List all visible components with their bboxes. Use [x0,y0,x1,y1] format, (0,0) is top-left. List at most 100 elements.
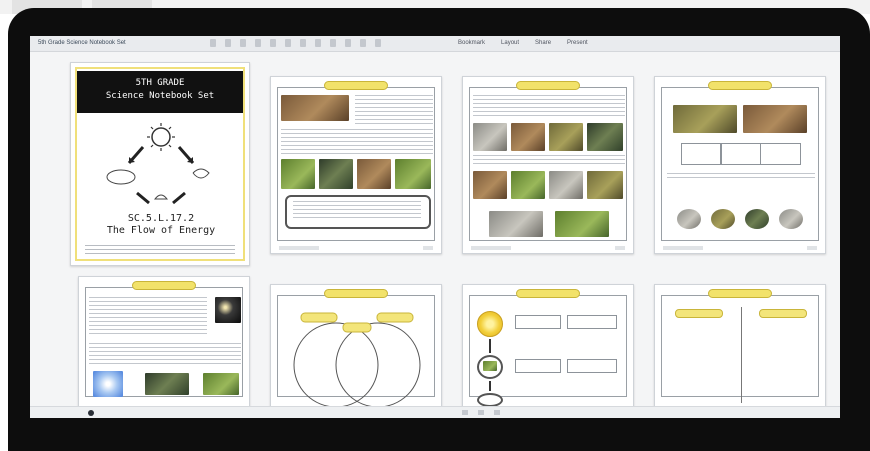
animal-sketch [106,169,136,185]
menu-present[interactable]: Present [567,40,588,46]
zoom-in-icon[interactable] [225,39,231,47]
text-block [89,343,241,367]
page-footer [279,246,319,250]
page-header-tag [516,81,580,90]
page-header-tag [708,289,772,298]
zoom-controls [462,410,500,415]
text-block [281,129,433,155]
page-header-tag [324,81,388,90]
download-icon[interactable] [360,39,366,47]
column-header-tag [675,309,723,318]
photo [549,123,583,151]
decomposer-sketch [153,194,169,200]
column-divider [741,307,742,403]
menu-layout[interactable]: Layout [501,40,519,46]
photo [549,171,583,199]
answer-box [515,315,561,329]
photo [677,209,701,229]
topic-title: The Flow of Energy [106,225,216,236]
more-icon[interactable] [375,39,381,47]
toolbar-tools [210,39,381,47]
photo [673,105,737,133]
answer-box [567,359,617,373]
photo [395,159,431,189]
fit-page-icon[interactable] [240,39,246,47]
answer-lines [293,201,421,221]
page-header-tag [516,289,580,298]
answer-box [567,315,617,329]
text-block [89,297,207,337]
viewer-status-bar [30,406,840,418]
cover-title: SC.5.L.17.2 The Flow of Energy [71,213,249,237]
photo [745,209,769,229]
photo [473,123,507,151]
page-header-tag [708,81,772,90]
page-footer [663,246,703,250]
photo [587,123,623,151]
document-title: 5th Grade Science Notebook Set [38,40,126,46]
sun-icon [147,123,175,151]
page-thumbnail-4[interactable] [654,76,826,254]
photo [779,209,803,229]
viewer-toolbar: 5th Grade Science Notebook Set Bookmark … [30,36,840,52]
page-footer [471,246,511,250]
page-number [807,246,817,250]
page-thumbnail-6[interactable] [270,284,442,410]
search-icon[interactable] [330,39,336,47]
photo [711,209,735,229]
text-block [667,173,815,181]
answer-box [515,359,561,373]
sun-icon [93,371,123,397]
zoom-out-icon[interactable] [462,410,468,415]
fullscreen-icon[interactable] [494,410,500,415]
photo [511,123,545,151]
toolbar-menus: Bookmark Layout Share Present [458,40,588,46]
photo [281,95,349,121]
print-icon[interactable] [345,39,351,47]
page-thumbnail-7[interactable] [462,284,634,410]
photo [319,159,353,189]
data-table-cell [721,143,761,165]
page-number [615,246,625,250]
zoom-out-icon[interactable] [210,39,216,47]
data-table-cell [681,143,721,165]
page-number [423,246,433,250]
document-viewer: 5th Grade Science Notebook Set Bookmark … [30,36,840,418]
plant-photo [483,361,497,371]
photo [555,211,609,237]
zoom-in-icon[interactable] [478,410,484,415]
page-thumbnail-2[interactable] [270,76,442,254]
rotate-icon[interactable] [255,39,261,47]
plant-icon [192,168,210,179]
photo [473,171,507,199]
sun-icon [477,311,503,337]
menu-share[interactable]: Share [535,40,551,46]
page-thumbnail-3[interactable] [462,76,634,254]
page-thumbnail-5[interactable] [78,276,250,410]
menu-bookmark[interactable]: Bookmark [458,40,485,46]
photo [489,211,543,237]
page-thumbnail-cover[interactable]: 5TH GRADE Science Notebook Set SC.5.L.17… [70,62,250,266]
photo [587,171,623,199]
monitor-bezel: 5th Grade Science Notebook Set Bookmark … [8,8,870,451]
page-indicator-icon[interactable] [88,410,94,416]
text-icon[interactable] [300,39,306,47]
venn-diagram [293,312,421,407]
cover-banner-line2: Science Notebook Set [105,91,215,101]
energy-cycle-diagram [106,123,210,205]
text-block [473,155,625,167]
photo [145,373,189,395]
photo [215,297,241,323]
pen-icon[interactable] [285,39,291,47]
column-header-tag [759,309,807,318]
comment-icon[interactable] [315,39,321,47]
highlight-icon[interactable] [270,39,276,47]
photo [203,373,239,395]
cover-description [85,245,235,257]
arrow-icon [489,381,491,391]
cover-banner-line1: 5TH GRADE [135,78,185,88]
page-header-tag [132,281,196,290]
text-block [473,95,625,117]
page-thumbnail-8[interactable] [654,284,826,410]
photo [511,171,545,199]
